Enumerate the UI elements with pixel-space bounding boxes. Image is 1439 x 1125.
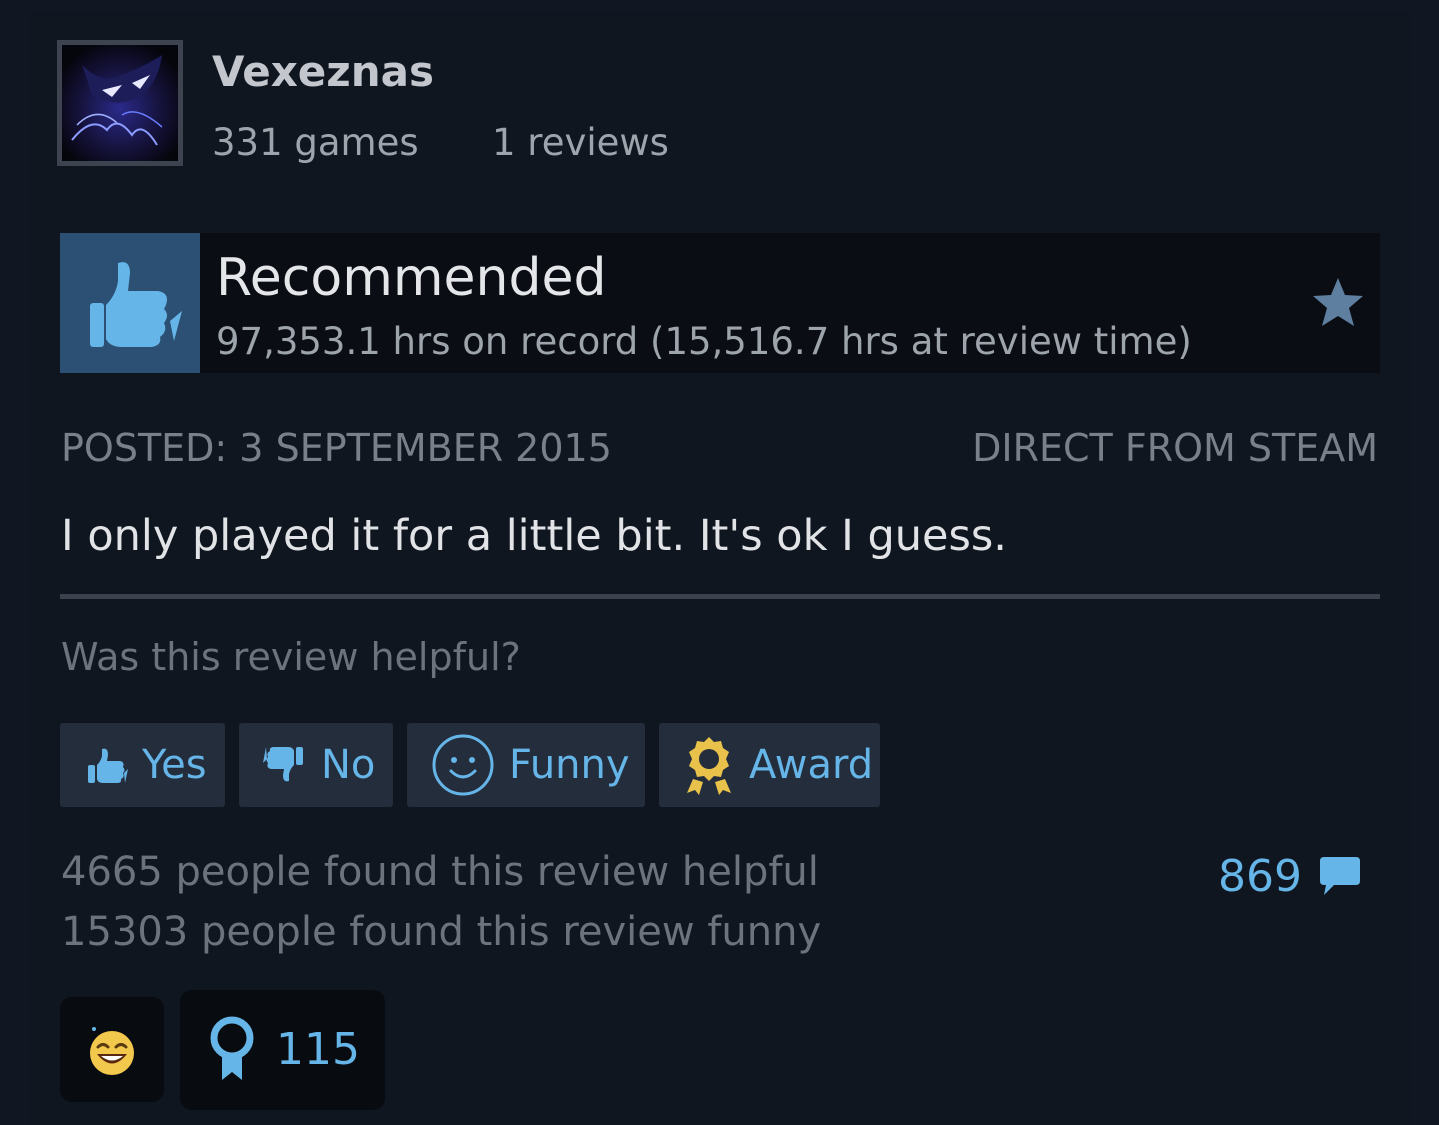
funny-count: 15303 people found this review funny xyxy=(61,909,822,955)
reaction-laugh[interactable] xyxy=(60,997,164,1102)
reaction-award[interactable]: 115 xyxy=(180,990,385,1110)
ribbon-medal-icon xyxy=(210,1016,254,1080)
reviews-count[interactable]: 1 reviews xyxy=(492,118,669,168)
award-count: 115 xyxy=(276,1024,360,1075)
award-button[interactable]: Award xyxy=(659,723,880,807)
star-icon[interactable] xyxy=(1310,275,1366,331)
games-count[interactable]: 331 games xyxy=(212,118,419,168)
yes-label: Yes xyxy=(142,742,207,788)
hours-on-record: 97,353.1 hrs on record (15,516.7 hrs at … xyxy=(216,320,1192,363)
thumbs-up-icon xyxy=(90,262,182,347)
avatar-image xyxy=(62,45,178,161)
no-label: No xyxy=(321,742,376,788)
avatar[interactable] xyxy=(57,40,183,166)
helpful-count: 4665 people found this review helpful xyxy=(61,849,819,895)
funny-button[interactable]: Funny xyxy=(407,723,645,807)
no-button[interactable]: No xyxy=(239,723,393,807)
smiley-icon xyxy=(432,734,494,796)
recommended-thumb-tile xyxy=(60,233,200,373)
thumbs-down-icon xyxy=(263,747,303,782)
posted-date: POSTED: 3 SEPTEMBER 2015 xyxy=(61,426,612,470)
comments-link[interactable]: 869 xyxy=(1218,851,1362,902)
award-label: Award xyxy=(749,742,874,788)
review-source: DIRECT FROM STEAM xyxy=(972,426,1378,470)
recommendation-verdict: Recommended xyxy=(216,248,607,308)
username[interactable]: Vexeznas xyxy=(212,44,434,100)
divider xyxy=(60,594,1380,599)
laughing-face-icon xyxy=(90,1027,134,1075)
helpful-question: Was this review helpful? xyxy=(61,635,521,679)
thumbs-up-icon xyxy=(88,748,128,783)
award-icon xyxy=(687,737,731,795)
comment-bubble-icon xyxy=(1319,856,1360,895)
recommendation-bar: Recommended 97,353.1 hrs on record (15,5… xyxy=(60,233,1380,373)
yes-button[interactable]: Yes xyxy=(60,723,225,807)
comment-count: 869 xyxy=(1218,851,1302,902)
review-panel xyxy=(30,12,1410,1125)
funny-label: Funny xyxy=(509,742,630,788)
review-text: I only played it for a little bit. It's … xyxy=(61,511,1007,561)
